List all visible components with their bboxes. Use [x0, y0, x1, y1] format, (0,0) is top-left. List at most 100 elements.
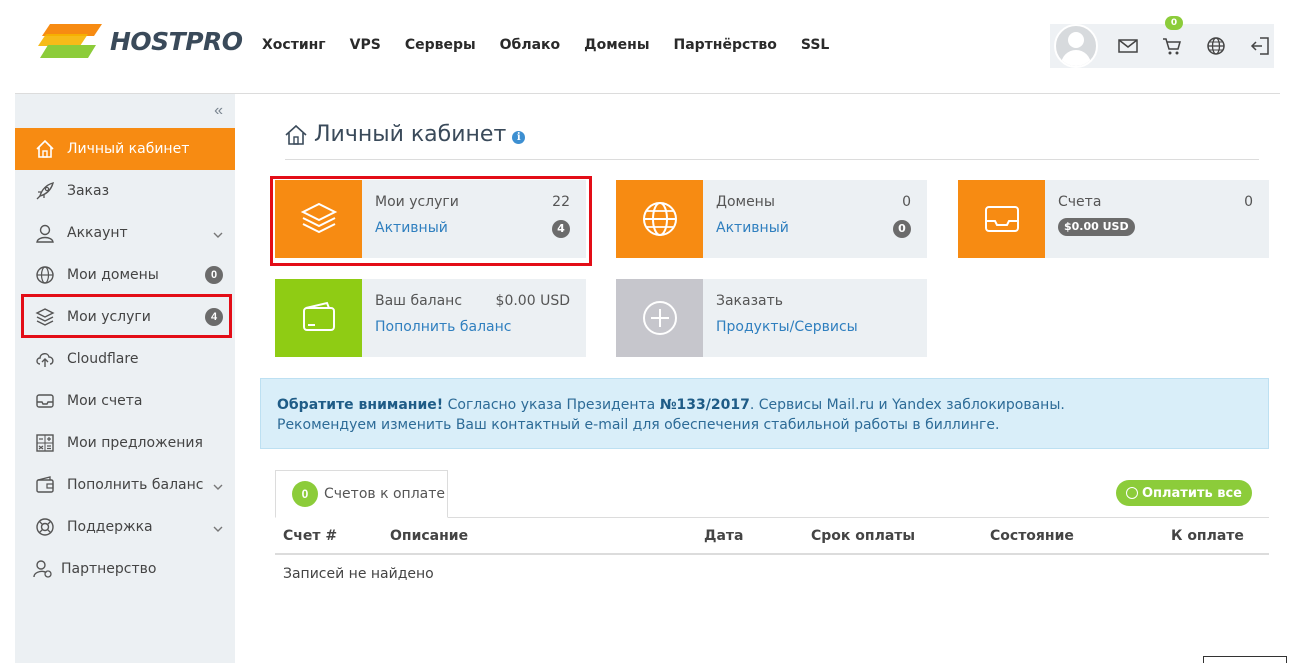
tile-balance[interactable]: Ваш баланс $0.00 USD Пополнить баланс — [275, 279, 586, 357]
user-icon — [35, 223, 55, 243]
sidebar-item-label: Пополнить баланс — [67, 477, 204, 493]
col-status[interactable]: Состояние — [990, 528, 1074, 544]
cart-button[interactable]: 0 — [1158, 16, 1186, 60]
inbox-icon — [35, 391, 55, 411]
tile-title: Заказать — [716, 293, 784, 309]
col-invoice-number[interactable]: Счет # — [283, 528, 337, 544]
sidebar-item-label: Заказ — [67, 183, 110, 199]
collapse-sidebar-icon[interactable]: « — [214, 102, 223, 120]
tile-invoices[interactable]: Счета 0 $0.00 USD — [958, 180, 1269, 258]
logout-icon — [1250, 37, 1269, 55]
brand-name: HOSTPRO — [110, 26, 243, 56]
sidebar-item-label: Мои счета — [67, 393, 143, 409]
tile-count: 0 — [902, 194, 911, 210]
alert-decree: №133/2017 — [659, 397, 750, 413]
calculator-icon — [35, 433, 55, 453]
header: HOSTPRO Хостинг VPS Серверы Облако Домен… — [0, 0, 1304, 93]
products-link[interactable]: Продукты/Сервисы — [716, 319, 858, 335]
sidebar-item-dashboard[interactable]: Личный кабинет — [15, 128, 235, 170]
amount-badge: $0.00 USD — [1058, 218, 1135, 236]
nav-servers[interactable]: Серверы — [405, 37, 476, 53]
home-icon — [285, 124, 307, 145]
nav-partnership[interactable]: Партнёрство — [674, 37, 777, 53]
sidebar-item-partnership[interactable]: Партнерство — [15, 548, 235, 590]
nav-ssl[interactable]: SSL — [801, 37, 829, 53]
tile-link-active[interactable]: Активный — [716, 220, 789, 238]
sidebar-item-label: Партнерство — [61, 561, 157, 577]
sidebar-item-cloudflare[interactable]: Cloudflare — [15, 338, 235, 380]
sidebar-item-label: Cloudflare — [67, 351, 139, 367]
count-badge: 0 — [893, 220, 911, 238]
sidebar-item-my-offers[interactable]: Мои предложения — [15, 422, 235, 464]
avatar[interactable] — [1054, 24, 1098, 68]
sidebar-item-top-up[interactable]: Пополнить баланс — [15, 464, 235, 506]
sidebar-item-account[interactable]: Аккаунт — [15, 212, 235, 254]
globe-icon — [1207, 37, 1225, 55]
col-due-date[interactable]: Срок оплаты — [811, 528, 915, 544]
wallet-icon — [275, 279, 362, 357]
top-nav: Хостинг VPS Серверы Облако Домены Партнё… — [262, 37, 829, 53]
col-description[interactable]: Описание — [390, 528, 468, 544]
mail-icon — [1118, 39, 1138, 53]
sidebar-item-support[interactable]: Поддержка — [15, 506, 235, 548]
tab-unpaid-invoices[interactable]: 0 Счетов к оплате — [275, 470, 448, 518]
home-icon — [35, 139, 55, 159]
info-icon[interactable]: i — [512, 131, 526, 144]
page-title: Личный кабинет i — [284, 122, 526, 147]
nav-vps[interactable]: VPS — [350, 37, 381, 53]
inbox-icon — [958, 180, 1045, 258]
alert-bold: Обратите внимание! — [277, 397, 444, 413]
col-to-pay[interactable]: К оплате — [1171, 528, 1244, 544]
sidebar-item-label: Аккаунт — [67, 225, 128, 241]
top-up-link[interactable]: Пополнить баланс — [375, 319, 511, 335]
pay-all-label: Оплатить все — [1141, 485, 1242, 501]
language-button[interactable] — [1202, 32, 1230, 60]
corner-widget — [1203, 656, 1287, 663]
sidebar-item-my-domains[interactable]: Мои домены 0 — [15, 254, 235, 296]
wallet-icon — [35, 475, 55, 495]
balance-amount: $0.00 USD — [495, 293, 570, 309]
tile-title: Домены — [716, 194, 775, 210]
highlight-box-sidebar — [21, 294, 232, 338]
tile-order[interactable]: Заказать Продукты/Сервисы — [616, 279, 927, 357]
count-badge: 0 — [292, 481, 318, 507]
nav-hosting[interactable]: Хостинг — [262, 37, 326, 53]
logo[interactable]: HOSTPRO — [36, 22, 243, 60]
sidebar: « Личный кабинет Заказ Аккаунт Мои домен… — [15, 94, 235, 663]
plus-circle-icon — [616, 279, 703, 357]
arrow-circle-icon — [1125, 487, 1138, 499]
sidebar-menu: Личный кабинет Заказ Аккаунт Мои домены … — [15, 128, 235, 590]
page-title-text: Личный кабинет — [314, 122, 507, 147]
alert-text: Согласно указа Президента — [443, 397, 660, 413]
alert-text-end: . Сервисы Mail.ru и Yandex заблокированы… — [749, 397, 1065, 413]
sidebar-item-my-invoices[interactable]: Мои счета — [15, 380, 235, 422]
empty-table-message: Записей не найдено — [283, 566, 434, 582]
user-bar: 0 — [1050, 16, 1274, 68]
nav-domains[interactable]: Домены — [584, 37, 649, 53]
nav-cloud[interactable]: Облако — [500, 37, 561, 53]
logout-button[interactable] — [1246, 32, 1274, 60]
pay-all-button[interactable]: Оплатить все — [1115, 480, 1252, 506]
chevron-down-icon — [213, 226, 223, 244]
chevron-down-icon — [213, 520, 223, 538]
partner-icon — [33, 559, 53, 579]
title-divider — [285, 159, 1259, 160]
globe-icon — [35, 265, 55, 285]
rocket-icon — [35, 181, 55, 201]
sidebar-item-order[interactable]: Заказ — [15, 170, 235, 212]
lifebuoy-icon — [35, 517, 55, 537]
col-date[interactable]: Дата — [704, 528, 743, 544]
table-header: Счет # Описание Дата Срок оплаты Состоян… — [275, 518, 1269, 555]
notice-alert: Обратите внимание! Согласно указа Презид… — [260, 378, 1269, 449]
tile-count: 0 — [1244, 194, 1253, 210]
mail-button[interactable] — [1114, 32, 1142, 60]
chevron-down-icon — [213, 478, 223, 496]
sidebar-item-label: Поддержка — [67, 519, 153, 535]
sidebar-item-label: Мои предложения — [67, 435, 203, 451]
sidebar-item-label: Личный кабинет — [67, 141, 190, 157]
highlight-box-tile — [270, 176, 592, 266]
logo-mark-icon — [38, 24, 102, 58]
tile-title: Счета — [1058, 194, 1102, 210]
tile-domains[interactable]: Домены 0 Активный 0 — [616, 180, 927, 258]
alert-line2: Рекомендуем изменить Ваш контактный e-ma… — [277, 417, 1000, 433]
